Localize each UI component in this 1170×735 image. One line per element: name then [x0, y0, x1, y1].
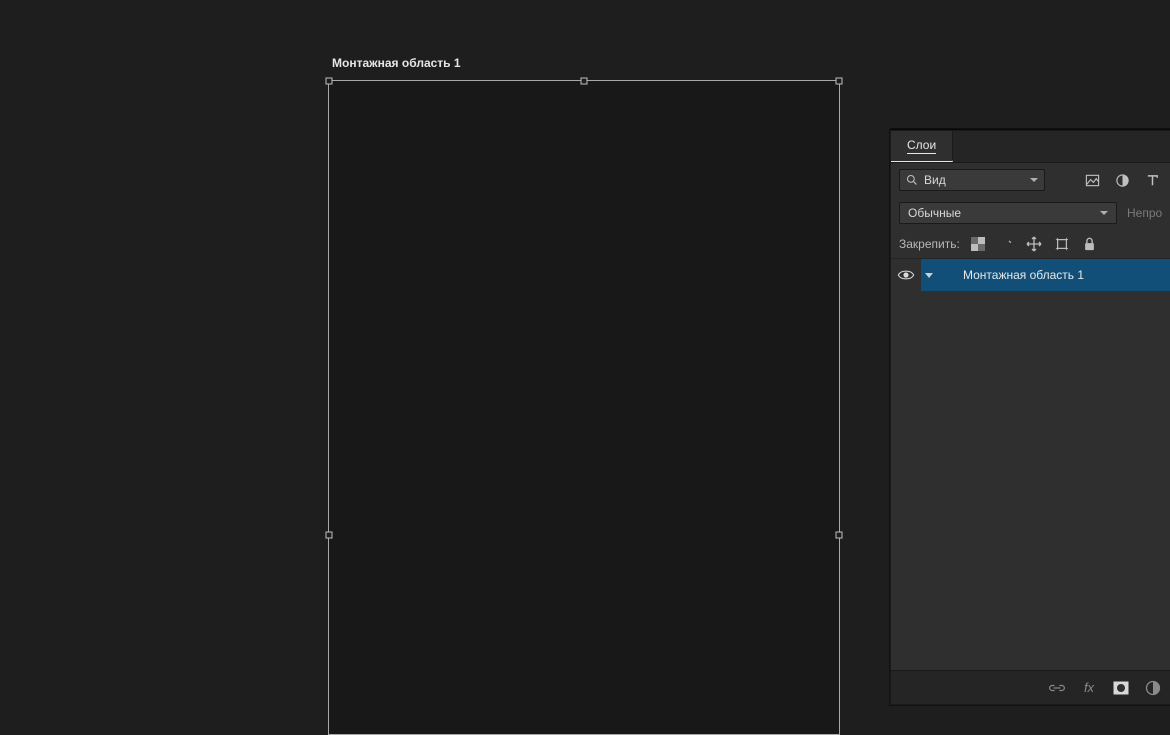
artboard[interactable] [328, 80, 840, 735]
layer-name[interactable]: Монтажная область 1 [963, 268, 1084, 282]
handle-mid-right[interactable] [836, 532, 843, 539]
chevron-down-icon [1100, 211, 1108, 215]
handle-top-center[interactable] [581, 78, 588, 85]
layer-item[interactable]: Монтажная область 1 [891, 259, 1170, 291]
search-icon [906, 174, 918, 186]
blend-mode-dropdown[interactable]: Обычные [899, 202, 1117, 224]
layer-main[interactable]: Монтажная область 1 [921, 259, 1170, 291]
lock-position-icon[interactable] [1026, 236, 1042, 252]
handle-top-right[interactable] [836, 78, 843, 85]
lock-transparency-icon[interactable] [970, 236, 986, 252]
lock-artboard-icon[interactable] [1054, 236, 1070, 252]
handle-mid-left[interactable] [326, 532, 333, 539]
panel-footer: fx [891, 670, 1170, 704]
handle-top-left[interactable] [326, 78, 333, 85]
layers-panel: Слои Вид [890, 130, 1170, 705]
lock-label: Закрепить: [899, 237, 960, 251]
eye-icon [897, 269, 915, 281]
lock-row: Закрепить: [891, 229, 1170, 259]
layer-fx-icon[interactable]: fx [1080, 679, 1098, 697]
filter-row: Вид [891, 163, 1170, 197]
lock-all-icon[interactable] [1082, 236, 1098, 252]
filter-type-icon[interactable] [1144, 172, 1160, 188]
add-mask-icon[interactable] [1112, 679, 1130, 697]
opacity-label: Непро [1127, 206, 1162, 220]
filter-image-icon[interactable] [1084, 172, 1100, 188]
lock-pixels-icon[interactable] [998, 236, 1014, 252]
canvas-area[interactable]: Монтажная область 1 [0, 0, 890, 735]
panel-tab-row: Слои [891, 131, 1170, 163]
filter-icons [1053, 172, 1162, 188]
link-layers-icon[interactable] [1048, 679, 1066, 697]
expand-chevron-icon[interactable] [925, 273, 933, 278]
tab-layers-label: Слои [907, 138, 936, 154]
filter-adjustment-icon[interactable] [1114, 172, 1130, 188]
tab-layers[interactable]: Слои [891, 131, 953, 162]
layer-list: Монтажная область 1 [891, 259, 1170, 670]
visibility-toggle[interactable] [891, 259, 921, 291]
kind-dropdown[interactable]: Вид [899, 169, 1045, 191]
blend-mode-label: Обычные [908, 206, 961, 220]
lock-icons [970, 236, 1098, 252]
new-adjustment-icon[interactable] [1144, 679, 1162, 697]
artboard-label[interactable]: Монтажная область 1 [332, 56, 461, 70]
kind-dropdown-label: Вид [924, 173, 946, 187]
blend-row: Обычные Непро [891, 197, 1170, 229]
chevron-down-icon [1030, 178, 1038, 182]
